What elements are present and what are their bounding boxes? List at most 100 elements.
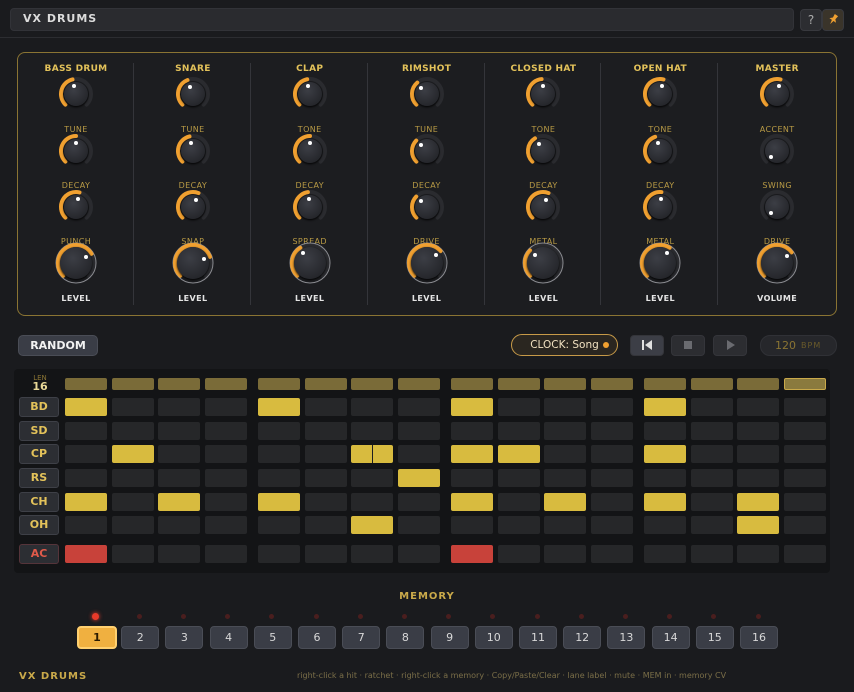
step-cell[interactable]: [590, 422, 633, 440]
param-knob[interactable]: [525, 133, 561, 169]
step-cell[interactable]: [497, 493, 540, 511]
level-knob[interactable]: [406, 242, 448, 284]
param-knob[interactable]: [642, 133, 678, 169]
step-cell[interactable]: [644, 469, 686, 487]
memory-slot-button[interactable]: 10: [474, 626, 513, 649]
level-knob[interactable]: [172, 242, 214, 284]
lane-label[interactable]: OH: [19, 515, 59, 535]
step-cell[interactable]: [544, 516, 586, 534]
param-knob[interactable]: [642, 76, 678, 112]
param-knob[interactable]: [525, 189, 561, 225]
param-knob[interactable]: [409, 133, 445, 169]
param-knob[interactable]: [642, 189, 678, 225]
length-step[interactable]: [111, 378, 154, 390]
step-cell[interactable]: [590, 493, 633, 511]
lane-label[interactable]: CP: [19, 444, 59, 464]
step-cell[interactable]: [158, 545, 200, 563]
step-cell[interactable]: [690, 422, 733, 440]
step-cell[interactable]: [544, 398, 586, 416]
step-cell[interactable]: [304, 469, 347, 487]
step-cell[interactable]: [690, 516, 733, 534]
step-cell[interactable]: [158, 445, 200, 463]
step-cell[interactable]: [737, 516, 779, 534]
length-step[interactable]: [304, 378, 347, 390]
step-cell[interactable]: [644, 445, 686, 463]
step-cell[interactable]: [258, 422, 300, 440]
step-cell[interactable]: [544, 469, 586, 487]
step-cell[interactable]: [590, 545, 633, 563]
length-step[interactable]: [644, 378, 686, 390]
step-cell[interactable]: [397, 445, 440, 463]
step-cell[interactable]: [258, 469, 300, 487]
param-knob[interactable]: [58, 76, 94, 112]
param-knob[interactable]: [525, 76, 561, 112]
step-cell[interactable]: [544, 422, 586, 440]
level-knob[interactable]: [289, 242, 331, 284]
step-cell[interactable]: [258, 516, 300, 534]
step-cell[interactable]: [351, 445, 393, 463]
memory-slot-button[interactable]: 5: [253, 626, 292, 649]
level-knob[interactable]: [522, 242, 564, 284]
step-cell[interactable]: [204, 516, 247, 534]
param-knob[interactable]: [292, 189, 328, 225]
pin-button[interactable]: [822, 9, 844, 31]
step-cell[interactable]: [304, 493, 347, 511]
step-cell[interactable]: [737, 445, 779, 463]
step-cell[interactable]: [644, 422, 686, 440]
param-knob[interactable]: [409, 189, 445, 225]
step-cell[interactable]: [397, 516, 440, 534]
step-cell[interactable]: [451, 445, 493, 463]
stop-button[interactable]: [671, 335, 705, 356]
step-cell[interactable]: [304, 445, 347, 463]
param-knob[interactable]: [759, 133, 795, 169]
step-cell[interactable]: [204, 422, 247, 440]
step-cell[interactable]: [65, 398, 107, 416]
step-cell[interactable]: [258, 493, 300, 511]
step-cell[interactable]: [65, 445, 107, 463]
step-cell[interactable]: [644, 516, 686, 534]
step-cell[interactable]: [451, 545, 493, 563]
step-cell[interactable]: [783, 469, 826, 487]
step-cell[interactable]: [111, 398, 154, 416]
length-step[interactable]: [204, 378, 247, 390]
step-cell[interactable]: [397, 469, 440, 487]
param-knob[interactable]: [175, 189, 211, 225]
step-cell[interactable]: [258, 398, 300, 416]
step-cell[interactable]: [65, 545, 107, 563]
step-cell[interactable]: [351, 545, 393, 563]
step-cell[interactable]: [158, 398, 200, 416]
help-button[interactable]: ?: [800, 9, 822, 31]
step-cell[interactable]: [204, 469, 247, 487]
step-cell[interactable]: [783, 445, 826, 463]
param-knob[interactable]: [58, 133, 94, 169]
step-cell[interactable]: [204, 545, 247, 563]
step-cell[interactable]: [451, 493, 493, 511]
step-cell[interactable]: [111, 445, 154, 463]
memory-slot-button[interactable]: 8: [386, 626, 425, 649]
step-cell[interactable]: [497, 469, 540, 487]
lane-label[interactable]: SD: [19, 421, 59, 441]
step-cell[interactable]: [690, 398, 733, 416]
step-cell[interactable]: [451, 422, 493, 440]
step-cell[interactable]: [204, 493, 247, 511]
step-cell[interactable]: [644, 493, 686, 511]
step-cell[interactable]: [590, 469, 633, 487]
step-cell[interactable]: [451, 516, 493, 534]
param-knob[interactable]: [58, 189, 94, 225]
step-cell[interactable]: [544, 445, 586, 463]
step-cell[interactable]: [783, 422, 826, 440]
param-knob[interactable]: [759, 76, 795, 112]
level-knob[interactable]: [756, 242, 798, 284]
param-knob[interactable]: [175, 133, 211, 169]
step-cell[interactable]: [644, 545, 686, 563]
step-cell[interactable]: [351, 493, 393, 511]
step-cell[interactable]: [65, 493, 107, 511]
param-knob[interactable]: [409, 76, 445, 112]
memory-slot-button[interactable]: 3: [165, 626, 204, 649]
param-knob[interactable]: [175, 76, 211, 112]
step-cell[interactable]: [65, 516, 107, 534]
length-step[interactable]: [497, 378, 540, 390]
step-cell[interactable]: [737, 422, 779, 440]
step-cell[interactable]: [737, 545, 779, 563]
step-cell[interactable]: [783, 398, 826, 416]
